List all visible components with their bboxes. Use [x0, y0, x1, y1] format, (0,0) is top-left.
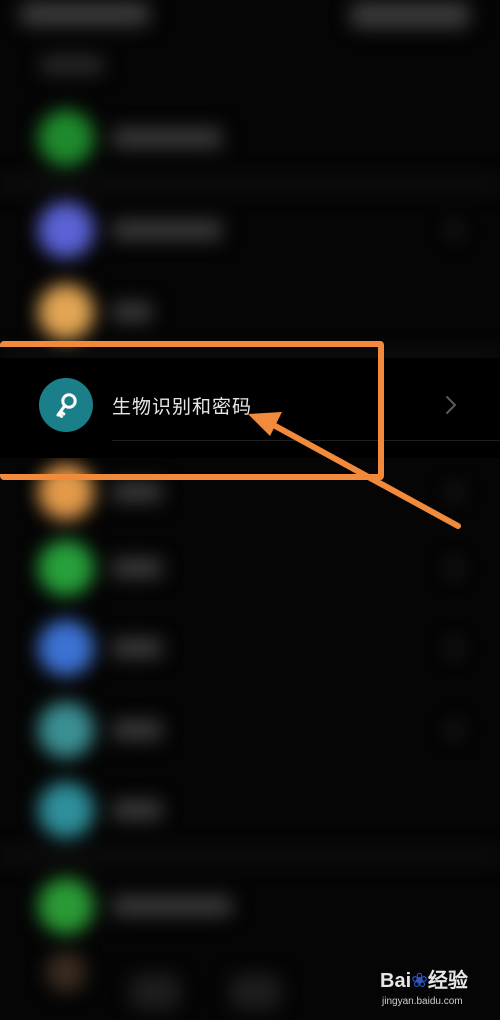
blurred-row [0, 272, 500, 352]
blurred-settings-list [0, 0, 500, 1020]
blurred-row [0, 866, 500, 946]
blurred-row [0, 770, 500, 850]
watermark-url: jingyan.baidu.com [382, 996, 463, 1007]
blurred-row [0, 98, 500, 178]
blurred-status-left [20, 2, 150, 26]
baidu-jingyan-watermark: Bai❀经验 jingyan.baidu.com [380, 960, 490, 1014]
blurred-row [0, 608, 500, 688]
chevron-right-icon [446, 396, 456, 414]
highlight-box [0, 341, 384, 480]
blurred-section-header [40, 56, 104, 74]
paw-icon: ❀ [411, 970, 428, 992]
blurred-row [0, 528, 500, 608]
blurred-status-right [350, 2, 470, 28]
blurred-row [0, 190, 500, 270]
blurred-row [0, 690, 500, 770]
settings-screen: 生物识别和密码 Bai❀经验 jingyan.baidu.com [0, 0, 500, 1020]
watermark-logo: Bai❀经验 [380, 970, 468, 992]
